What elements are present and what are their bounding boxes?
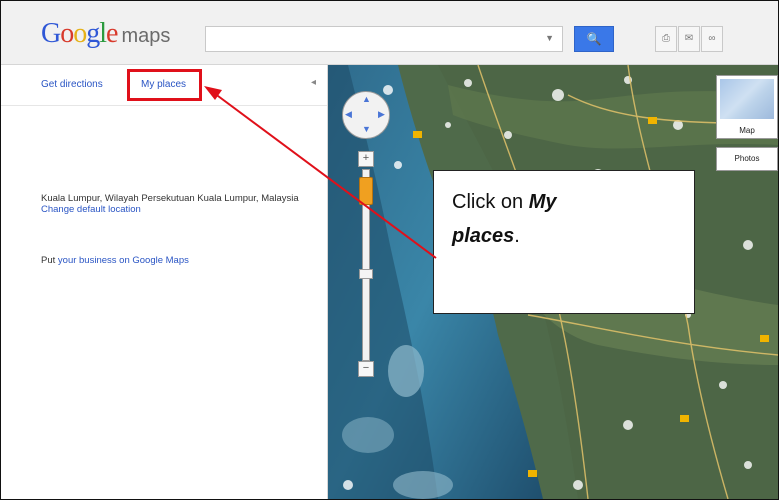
zoom-level-marker[interactable] [359, 269, 373, 279]
search-input[interactable]: ▼ [205, 26, 563, 52]
change-location-link[interactable]: Change default location [41, 204, 311, 215]
search-button[interactable]: 🔍 [574, 26, 614, 52]
pan-up-icon[interactable]: ▲ [362, 94, 371, 104]
zoom-slider-handle[interactable] [359, 177, 373, 205]
logo-maps-text: maps [121, 25, 171, 47]
zoom-in-button[interactable]: + [358, 151, 374, 167]
business-link[interactable]: your business on Google Maps [58, 255, 189, 266]
pan-down-icon[interactable]: ▼ [362, 124, 371, 134]
zoom-out-button[interactable]: − [358, 361, 374, 377]
instruction-callout: Click on My places. [433, 170, 695, 314]
chevron-down-icon[interactable]: ▼ [545, 33, 554, 43]
callout-prefix: Click on [452, 191, 529, 213]
location-text: Kuala Lumpur, Wilayah Persekutuan Kuala … [41, 193, 299, 204]
mail-button[interactable]: ✉ [678, 26, 700, 52]
google-maps-logo[interactable]: Google maps [41, 19, 170, 51]
highlight-box [127, 69, 202, 101]
sidebar: Get directions My places ◂ Kuala Lumpur,… [1, 65, 328, 499]
print-icon: ⎙ [662, 33, 670, 44]
map-type-button[interactable]: Map [716, 75, 778, 139]
default-location: Kuala Lumpur, Wilayah Persekutuan Kuala … [41, 193, 311, 215]
map-thumbnail [720, 79, 774, 119]
map-type-label: Map [739, 126, 755, 135]
pan-left-icon[interactable]: ◀ [345, 109, 352, 120]
photos-button[interactable]: Photos [716, 147, 778, 171]
print-button[interactable]: ⎙ [655, 26, 677, 52]
chevron-left-icon[interactable]: ◂ [311, 77, 316, 88]
mail-icon: ✉ [684, 33, 694, 44]
pan-right-icon[interactable]: ▶ [378, 109, 385, 120]
business-promo: Put your business on Google Maps [41, 255, 189, 266]
callout-emphasis-1: My [528, 191, 557, 213]
link-button[interactable]: ∞ [701, 26, 723, 52]
business-prefix: Put [41, 255, 56, 266]
search-icon: 🔍 [586, 32, 602, 46]
link-icon: ∞ [708, 33, 716, 44]
callout-suffix: . [514, 225, 520, 247]
tab-get-directions[interactable]: Get directions [41, 79, 103, 90]
callout-emphasis-2: places [452, 225, 515, 247]
pan-control[interactable]: ▲ ◀ ▶ ▼ [342, 91, 390, 139]
header-bar: Google maps ▼ 🔍 ⎙ ✉ ∞ [1, 1, 778, 65]
